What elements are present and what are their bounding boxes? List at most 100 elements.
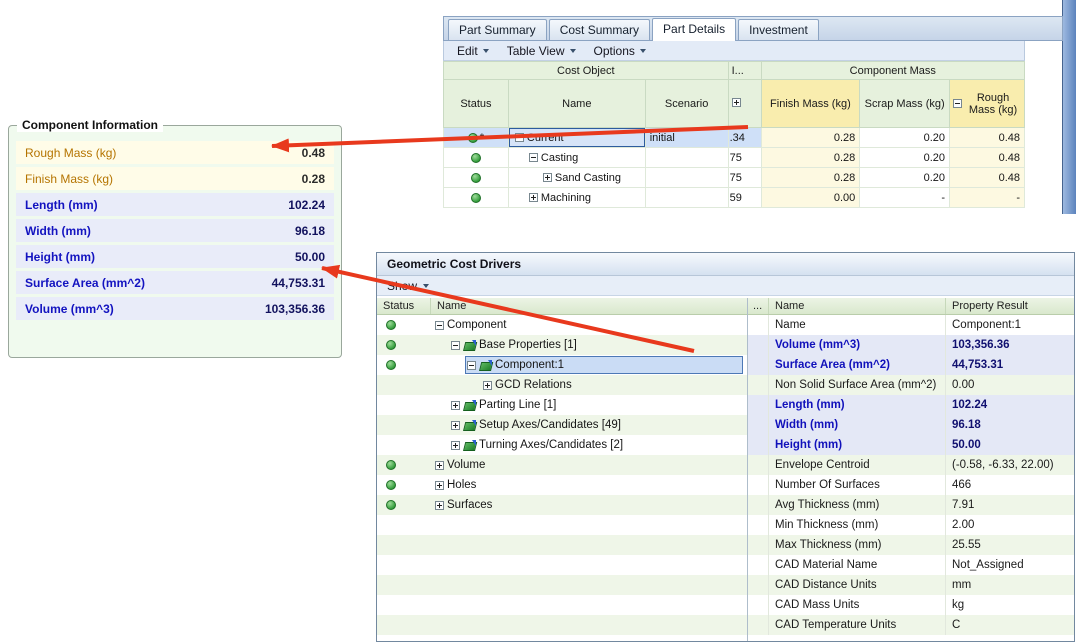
property-row-cad-material-name[interactable]: CAD Material NameNot_Assigned — [748, 555, 1074, 575]
field-label: Volume (mm^3) — [25, 302, 114, 316]
tree-status-cell — [377, 500, 431, 510]
column-header-name[interactable]: Name — [508, 80, 645, 128]
tree-row-content: Component — [433, 316, 743, 334]
tree-row-component-1[interactable]: Component:1 — [377, 355, 747, 375]
properties-column-result[interactable]: Property Result — [946, 298, 1074, 314]
property-row-cad-distance-units[interactable]: CAD Distance Unitsmm — [748, 575, 1074, 595]
tree-row-volume[interactable]: Volume — [377, 455, 747, 475]
tree-node-label: Holes — [447, 479, 476, 491]
menu-label-options: Options — [594, 44, 635, 58]
expand-icon[interactable] — [529, 193, 538, 202]
column-header-status[interactable]: Status — [444, 80, 509, 128]
field-label: Length (mm) — [25, 198, 98, 212]
column-header-rough-mass[interactable]: Rough Mass (kg) — [950, 80, 1025, 128]
property-row-name[interactable]: NameComponent:1 — [748, 315, 1074, 335]
tree-row-holes[interactable]: Holes — [377, 475, 747, 495]
tab-part-summary[interactable]: Part Summary — [448, 19, 547, 40]
scenario-cell: initial — [645, 128, 728, 148]
property-row-cad-mass-units[interactable]: CAD Mass Unitskg — [748, 595, 1074, 615]
cost-row-sand-casting[interactable]: Sand Casting750.280.200.48 — [444, 168, 1025, 188]
geometric-cost-drivers-panel: Geometric Cost Drivers Show Status Name … — [376, 252, 1075, 642]
properties-column-name[interactable]: Name — [769, 298, 946, 314]
property-name: CAD Mass Units — [769, 595, 946, 615]
property-row-volume-mm-3[interactable]: Volume (mm^3)103,356.36 — [748, 335, 1074, 355]
tree-status-cell — [377, 340, 431, 350]
property-row-max-thickness-mm[interactable]: Max Thickness (mm)25.55 — [748, 535, 1074, 555]
collapse-columns-icon[interactable] — [953, 99, 962, 108]
name-cell[interactable]: Casting — [508, 148, 645, 168]
tree-row-base-properties-1[interactable]: Base Properties [1] — [377, 335, 747, 355]
cost-row-current[interactable]: *Currentinitial.340.280.200.48 — [444, 128, 1025, 148]
menu-table-view[interactable]: Table View — [498, 42, 585, 60]
component-information-fields: Rough Mass (kg)0.48Finish Mass (kg)0.28L… — [16, 141, 334, 323]
expand-icon[interactable] — [451, 421, 460, 430]
collapse-icon[interactable] — [451, 341, 460, 350]
name-cell[interactable]: Current — [508, 128, 645, 148]
expand-icon[interactable] — [451, 441, 460, 450]
expand-icon[interactable] — [451, 401, 460, 410]
rough-mass-cell: - — [950, 188, 1025, 208]
show-menu[interactable]: Show — [377, 276, 1074, 296]
collapse-icon[interactable] — [529, 153, 538, 162]
property-row-cad-temperature-units[interactable]: CAD Temperature UnitsC — [748, 615, 1074, 635]
cost-object-name: Casting — [541, 152, 578, 164]
column-header-collapsed[interactable] — [728, 80, 761, 128]
property-row-surface-area-mm-2[interactable]: Surface Area (mm^2)44,753.31 — [748, 355, 1074, 375]
property-row-number-of-surfaces[interactable]: Number Of Surfaces466 — [748, 475, 1074, 495]
collapse-icon[interactable] — [515, 133, 524, 142]
scrap-mass-cell: 0.20 — [860, 168, 950, 188]
tree-row-turning-axes-candidates-2[interactable]: Turning Axes/Candidates [2] — [377, 435, 747, 455]
tab-part-details[interactable]: Part Details — [652, 18, 736, 41]
tab-cost-summary[interactable]: Cost Summary — [549, 19, 650, 40]
property-row-envelope-centroid[interactable]: Envelope Centroid(-0.58, -6.33, 22.00) — [748, 455, 1074, 475]
properties-column-dots[interactable]: ... — [748, 298, 769, 314]
expand-icon[interactable] — [483, 381, 492, 390]
property-row-height-mm[interactable]: Height (mm)50.00 — [748, 435, 1074, 455]
scrap-mass-cell: - — [860, 188, 950, 208]
tree-column-name[interactable]: Name — [431, 298, 466, 314]
property-dots-cell — [748, 315, 769, 335]
column-header-scrap-mass[interactable]: Scrap Mass (kg) — [860, 80, 950, 128]
tab-investment[interactable]: Investment — [738, 19, 819, 40]
cost-object-name: Current — [527, 132, 564, 144]
table-group-header-row: Cost Object I... Component Mass — [444, 62, 1025, 80]
name-cell[interactable]: Sand Casting — [508, 168, 645, 188]
expand-icon[interactable] — [435, 461, 444, 470]
property-row-min-thickness-mm[interactable]: Min Thickness (mm)2.00 — [748, 515, 1074, 535]
property-row-width-mm[interactable]: Width (mm)96.18 — [748, 415, 1074, 435]
property-row-length-mm[interactable]: Length (mm)102.24 — [748, 395, 1074, 415]
cost-row-machining[interactable]: Machining590.00-- — [444, 188, 1025, 208]
tree-row-gcd-relations[interactable]: GCD Relations — [377, 375, 747, 395]
tree-row-setup-axes-candidates-49[interactable]: Setup Axes/Candidates [49] — [377, 415, 747, 435]
status-ok-icon — [468, 133, 478, 143]
gcd-properties-rows: NameComponent:1Volume (mm^3)103,356.36Su… — [748, 315, 1074, 641]
property-row-avg-thickness-mm[interactable]: Avg Thickness (mm)7.91 — [748, 495, 1074, 515]
vertical-scrollbar[interactable] — [1062, 0, 1076, 214]
property-name: Height (mm) — [769, 435, 946, 455]
tree-node-label: Base Properties [1] — [479, 339, 577, 351]
expand-columns-icon[interactable] — [732, 98, 741, 107]
property-row-non-solid-surface-area-mm-2[interactable]: Non Solid Surface Area (mm^2)0.00 — [748, 375, 1074, 395]
tree-row-component[interactable]: Component — [377, 315, 747, 335]
gcd-content: Status Name Component Base Properties [1]… — [377, 298, 1074, 641]
property-value: 102.24 — [946, 395, 1074, 415]
menu-options[interactable]: Options — [585, 42, 655, 60]
tree-row-parting-line-1[interactable]: Parting Line [1] — [377, 395, 747, 415]
collapse-icon[interactable] — [435, 321, 444, 330]
column-header-scenario[interactable]: Scenario — [645, 80, 728, 128]
menu-edit[interactable]: Edit — [448, 42, 498, 60]
cost-row-casting[interactable]: Casting750.280.200.48 — [444, 148, 1025, 168]
tree-row-surfaces[interactable]: Surfaces — [377, 495, 747, 515]
property-name: Min Thickness (mm) — [769, 515, 946, 535]
expand-icon[interactable] — [543, 173, 552, 182]
column-header-finish-mass[interactable]: Finish Mass (kg) — [761, 80, 860, 128]
cost-object-name: Machining — [541, 192, 591, 204]
part-details-tabbar: Part SummaryCost SummaryPart DetailsInve… — [443, 16, 1063, 41]
tree-column-status[interactable]: Status — [377, 298, 431, 314]
expand-icon[interactable] — [435, 501, 444, 510]
name-cell[interactable]: Machining — [508, 188, 645, 208]
collapse-icon[interactable] — [467, 361, 476, 370]
expand-icon[interactable] — [435, 481, 444, 490]
gcd-tree-rows: Component Base Properties [1] Component:1G… — [377, 315, 747, 641]
table-column-header-row: Status Name Scenario Finish Mass (kg) Sc… — [444, 80, 1025, 128]
